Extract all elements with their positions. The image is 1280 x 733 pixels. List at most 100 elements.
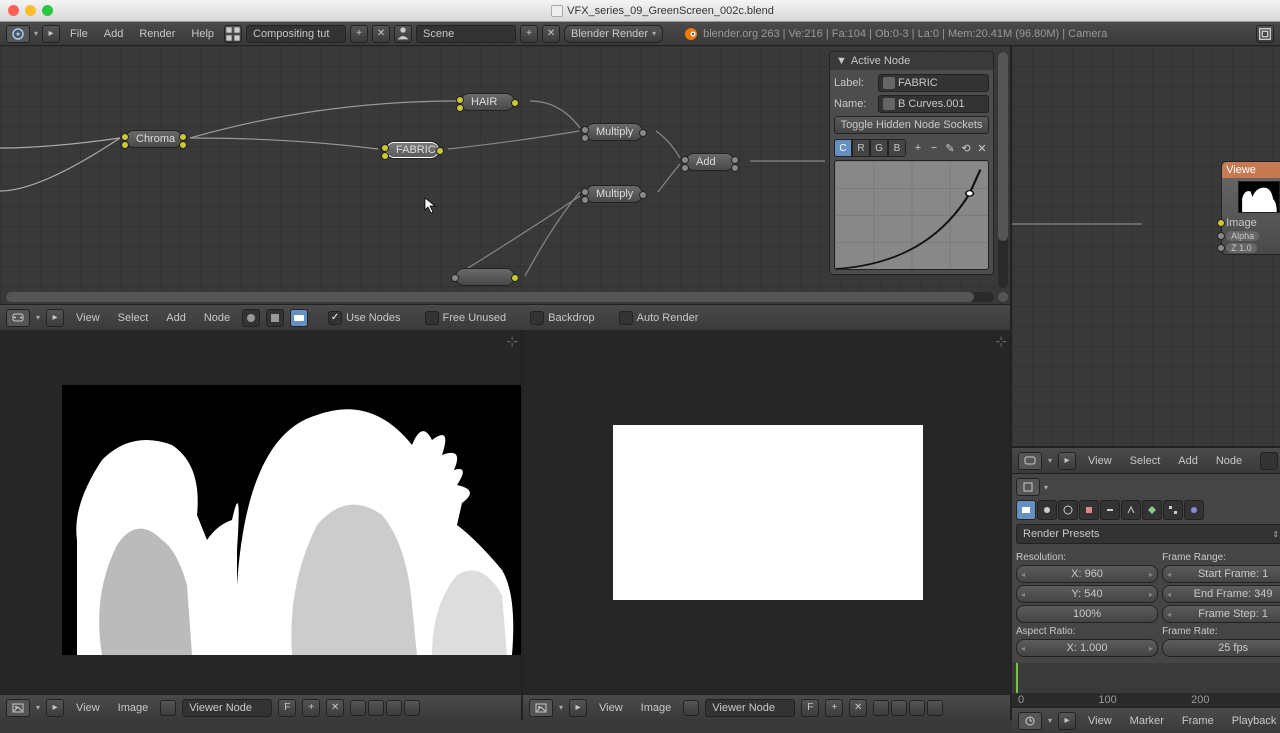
view-menu[interactable]: View — [70, 702, 106, 714]
image-menu[interactable]: Image — [635, 702, 678, 714]
image-menu[interactable]: Image — [112, 702, 155, 714]
render-menu[interactable]: Render — [133, 28, 181, 40]
scene-field[interactable]: Scene — [416, 25, 516, 43]
tree-type-texture[interactable] — [266, 309, 284, 327]
disclosure-triangle-icon[interactable]: ▼ — [836, 55, 847, 67]
help-menu[interactable]: Help — [185, 28, 220, 40]
split-area-icon[interactable]: ⊹ — [995, 333, 1007, 350]
collapse-menus-icon[interactable]: ▸ — [569, 699, 587, 717]
clip-icon[interactable]: ⟲ — [959, 139, 973, 157]
delete-scene-button[interactable]: ✕ — [542, 25, 560, 43]
node-fabric[interactable]: FABRIC — [385, 141, 440, 159]
node-hair[interactable]: HAIR — [460, 93, 515, 111]
draw-mode-2[interactable] — [891, 700, 907, 716]
draw-mode-4[interactable] — [404, 700, 420, 716]
editor-type-selector[interactable] — [1018, 712, 1042, 730]
resolution-x-field[interactable]: ◂X: 960▸ — [1016, 565, 1158, 583]
use-nodes-toggle[interactable]: Use Nodes — [328, 311, 400, 325]
render-engine-selector[interactable]: Blender Render▾ — [564, 25, 663, 43]
marker-menu[interactable]: Marker — [1124, 715, 1170, 727]
editor-type-selector[interactable] — [1016, 478, 1040, 496]
timeline-area[interactable]: 0 100 200 300 — [1012, 663, 1280, 707]
chevron-down-icon[interactable]: ▾ — [1048, 716, 1052, 725]
fake-user-button[interactable]: F — [278, 699, 296, 717]
add-menu[interactable]: Add — [160, 312, 192, 324]
chevron-down-icon[interactable]: ▾ — [559, 703, 563, 712]
node-multiply-1[interactable]: Multiply — [585, 123, 643, 141]
view-menu[interactable]: View — [593, 702, 629, 714]
tree-type-shader[interactable] — [242, 309, 260, 327]
collapse-menus-icon[interactable]: ▸ — [42, 25, 60, 43]
split-area-icon[interactable]: ⊹ — [506, 333, 518, 350]
chevron-down-icon[interactable]: ▾ — [36, 703, 40, 712]
view-menu[interactable]: View — [70, 312, 106, 324]
tab-render[interactable] — [1016, 500, 1036, 520]
tab-data[interactable] — [1142, 500, 1162, 520]
tree-type-compositing[interactable] — [290, 309, 308, 327]
scrollbar-vertical[interactable] — [998, 52, 1008, 288]
image-editor-left[interactable]: ⊹ ▾ ▸ View Image — [0, 330, 523, 720]
toggle-hidden-sockets-button[interactable]: Toggle Hidden Node Sockets — [834, 116, 989, 134]
node-add[interactable]: Add — [685, 153, 735, 171]
image-browse-icon[interactable] — [160, 700, 176, 716]
curve-widget[interactable] — [834, 160, 989, 270]
resolution-pct-field[interactable]: 100% — [1016, 605, 1158, 623]
tree-type-1[interactable] — [1260, 452, 1278, 470]
node-label-field[interactable]: FABRIC — [878, 74, 989, 92]
new-image-button[interactable]: + — [825, 699, 843, 717]
zoom-out-icon[interactable]: − — [927, 139, 941, 157]
zoom-in-icon[interactable]: + — [911, 139, 925, 157]
close-window-icon[interactable] — [8, 5, 19, 16]
tab-physics[interactable] — [1184, 500, 1204, 520]
chevron-down-icon[interactable]: ▾ — [34, 29, 38, 38]
select-menu[interactable]: Select — [1124, 455, 1167, 467]
new-image-button[interactable]: + — [302, 699, 320, 717]
zoom-window-icon[interactable] — [42, 5, 53, 16]
chevron-down-icon[interactable]: ▾ — [1048, 456, 1052, 465]
free-unused-toggle[interactable]: Free Unused — [425, 311, 507, 325]
editor-type-selector[interactable] — [1018, 452, 1042, 470]
frame-menu[interactable]: Frame — [1176, 715, 1220, 727]
node-menu[interactable]: Node — [198, 312, 236, 324]
tools-icon[interactable]: ✎ — [943, 139, 957, 157]
tab-scene[interactable] — [1037, 500, 1057, 520]
select-menu[interactable]: Select — [112, 312, 155, 324]
add-screen-button[interactable]: + — [350, 25, 368, 43]
view-menu[interactable]: View — [1082, 715, 1118, 727]
render-presets-selector[interactable]: Render Presets⇕ — [1016, 524, 1280, 544]
screen-browse-icon[interactable] — [224, 25, 242, 43]
fps-field[interactable]: 25 fps⇕ — [1162, 639, 1280, 657]
draw-mode-1[interactable] — [873, 700, 889, 716]
draw-mode-3[interactable] — [909, 700, 925, 716]
tab-texture[interactable] — [1163, 500, 1183, 520]
chevron-down-icon[interactable]: ▾ — [36, 313, 40, 322]
add-menu[interactable]: Add — [98, 28, 130, 40]
image-editor-right[interactable]: ⊹ ▾ ▸ View Image Viewer Node F + ✕ — [523, 330, 1010, 720]
collapse-menus-icon[interactable]: ▸ — [46, 699, 64, 717]
image-name-field[interactable]: Viewer Node — [705, 699, 795, 717]
tab-r[interactable]: R — [852, 139, 870, 157]
file-menu[interactable]: File — [64, 28, 94, 40]
collapse-menus-icon[interactable]: ▸ — [1058, 712, 1076, 730]
tab-modifiers[interactable] — [1121, 500, 1141, 520]
collapse-menus-icon[interactable]: ▸ — [46, 309, 64, 327]
delete-screen-button[interactable]: ✕ — [372, 25, 390, 43]
unlink-image-button[interactable]: ✕ — [326, 699, 344, 717]
node-editor-secondary[interactable]: ⊹ Viewe◐ Image Alpha Z 1.0 — [1012, 46, 1280, 448]
draw-mode-2[interactable] — [368, 700, 384, 716]
start-frame-field[interactable]: ◂Start Frame: 1▸ — [1162, 565, 1280, 583]
resolution-y-field[interactable]: ◂Y: 540▸ — [1016, 585, 1158, 603]
minimize-window-icon[interactable] — [25, 5, 36, 16]
draw-mode-4[interactable] — [927, 700, 943, 716]
image-name-field[interactable]: Viewer Node — [182, 699, 272, 717]
scrollbar-horizontal[interactable] — [6, 292, 994, 302]
scroll-corner[interactable] — [998, 292, 1008, 302]
image-browse-icon[interactable] — [683, 700, 699, 716]
socket-icon[interactable] — [1217, 219, 1225, 227]
tab-g[interactable]: G — [870, 139, 888, 157]
tab-constraints[interactable] — [1100, 500, 1120, 520]
node-menu[interactable]: Node — [1210, 455, 1248, 467]
viewer-node[interactable]: Viewe◐ Image Alpha Z 1.0 — [1221, 161, 1280, 255]
node-name-field[interactable]: B Curves.001 — [878, 95, 989, 113]
view-menu[interactable]: View — [1082, 455, 1118, 467]
